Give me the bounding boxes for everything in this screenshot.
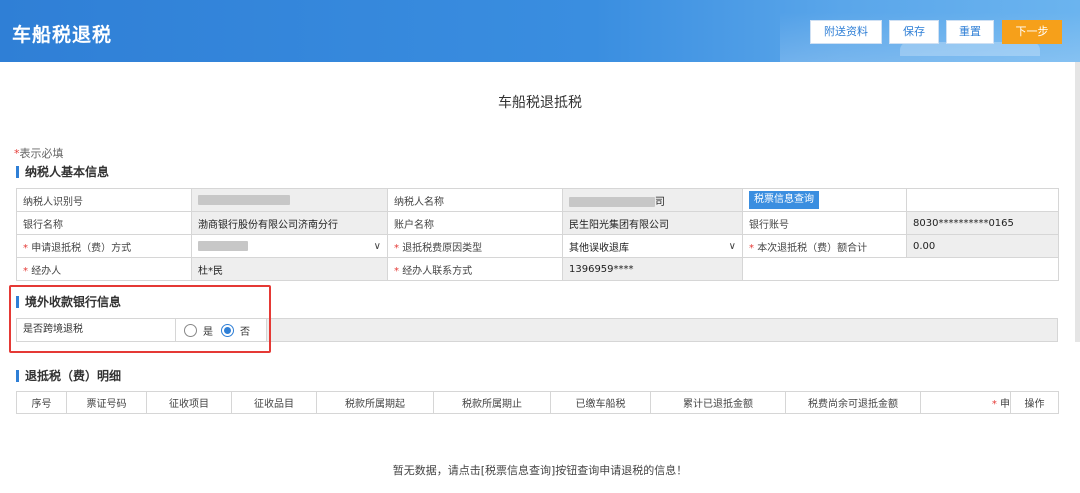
basic-info-table: 纳税人识别号 纳税人名称 司 税票信息查询 银行名称 渤商银行股份有限公司济南分… — [16, 188, 1059, 281]
handler-phone-value: 1396959**** — [562, 257, 743, 281]
bank-account-value: 8030**********0165 — [906, 211, 1059, 235]
bank-account-label: 银行账号 — [742, 211, 907, 235]
table-row: 银行名称 渤商银行股份有限公司济南分行 账户名称 民生阳光集团有限公司 银行账号… — [16, 211, 1059, 235]
empty-state-message: 暂无数据，请点击[税票信息查询]按钮查询申请退税的信息！ — [392, 464, 688, 477]
column-header: 税款所属期起 — [316, 391, 434, 414]
handler-label: * 经办人 — [16, 257, 192, 281]
query-cell: 税票信息查询 — [742, 188, 907, 212]
column-header: 序号 — [16, 391, 67, 414]
tax-ticket-query-button[interactable]: 税票信息查询 — [749, 191, 819, 209]
handler-phone-label: * 经办人联系方式 — [387, 257, 563, 281]
taxpayer-name-suffix: 司 — [655, 196, 665, 208]
detail-table: 序号 票证号码 征收项目 征收品目 税款所属期起 税款所属期止 已缴车船税 累计… — [16, 391, 1059, 414]
account-name-label: 账户名称 — [387, 211, 563, 235]
section-heading-detail: 退抵税（费）明细 — [16, 370, 121, 382]
chevron-down-icon: ∨ — [373, 240, 381, 252]
column-header: 累计已退抵金额 — [650, 391, 786, 414]
column-header: 征收品目 — [231, 391, 317, 414]
taxpayer-id-value — [191, 188, 388, 212]
bank-name-value: 渤商银行股份有限公司济南分行 — [191, 211, 388, 235]
refund-method-label: * 申请退抵税（费）方式 — [16, 234, 192, 258]
column-header: 税费尚余可退抵金额 — [785, 391, 921, 414]
refund-total-label: * 本次退抵税（费）额合计 — [742, 234, 907, 258]
column-header-actions: 操作 — [1010, 391, 1059, 414]
account-name-value: 民生阳光集团有限公司 — [562, 211, 743, 235]
empty-cell — [742, 257, 1059, 281]
bank-name-label: 银行名称 — [16, 211, 192, 235]
next-step-button[interactable]: 下一步 — [1002, 20, 1062, 44]
column-header: 税款所属期止 — [433, 391, 551, 414]
table-header-row: 序号 票证号码 征收项目 征收品目 税款所属期起 税款所属期止 已缴车船税 累计… — [16, 391, 1059, 414]
column-header: 票证号码 — [66, 391, 147, 414]
table-row: * 经办人 杜*民 * 经办人联系方式 1396959**** — [16, 257, 1059, 281]
attach-documents-button[interactable]: 附送资料 — [810, 20, 882, 44]
column-header: 已缴车船税 — [550, 391, 651, 414]
page-title: 车船税退抵税 — [498, 95, 582, 111]
required-note: *表示必填 — [14, 145, 64, 161]
highlight-box — [9, 285, 271, 353]
redacted-value — [198, 194, 290, 205]
refund-reason-select[interactable]: 其他误收退库 ∨ — [562, 234, 743, 258]
taxpayer-id-label: 纳税人识别号 — [16, 188, 192, 212]
redacted-value — [569, 196, 655, 207]
column-header: 征收项目 — [146, 391, 232, 414]
refund-reason-label: * 退抵税费原因类型 — [387, 234, 563, 258]
taxpayer-name-label: 纳税人名称 — [387, 188, 563, 212]
required-note-text: 表示必填 — [19, 147, 64, 160]
taxpayer-name-value: 司 — [562, 188, 743, 212]
column-header: * 申 — [920, 391, 1011, 414]
refund-method-select[interactable]: ∨ — [191, 234, 388, 258]
table-row: 纳税人识别号 纳税人名称 司 税票信息查询 — [16, 188, 1059, 212]
reset-button[interactable]: 重置 — [946, 20, 994, 44]
chevron-down-icon: ∨ — [728, 240, 736, 252]
redacted-value — [198, 241, 248, 251]
table-row: * 申请退抵税（费）方式 ∨ * 退抵税费原因类型 其他误收退库 ∨ * 本次退抵… — [16, 234, 1059, 258]
app-title: 车船税退税 — [12, 24, 113, 46]
save-button[interactable]: 保存 — [889, 20, 939, 44]
header-bar: 车船税退税 附送资料 保存 重置 下一步 — [0, 0, 1080, 62]
section-heading-basic: 纳税人基本信息 — [16, 166, 109, 178]
handler-value: 杜*民 — [191, 257, 388, 281]
refund-total-value: 0.00 — [906, 234, 1059, 258]
header-decoration-shape — [900, 42, 1040, 56]
empty-cell — [906, 188, 1059, 212]
